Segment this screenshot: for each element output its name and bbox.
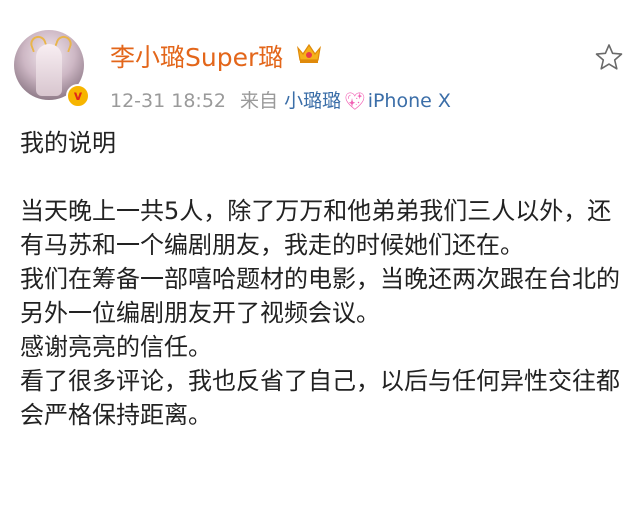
sparkle-heart-icon: 💖︎: [344, 92, 366, 112]
post-heading: 我的说明: [20, 129, 116, 157]
post-meta: 12-31 18:52 来自 小璐璐 💖︎ iPhone X: [110, 86, 451, 113]
device-link[interactable]: iPhone X: [368, 90, 451, 112]
post-content: 我的说明 当天晚上一共5人，除了万万和他弟弟我们三人以外，还有马苏和一个编剧朋友…: [20, 126, 626, 432]
verified-badge-icon: v: [66, 84, 90, 108]
post-paragraph: 当天晚上一共5人，除了万万和他弟弟我们三人以外，还有马苏和一个编剧朋友，我走的时…: [20, 197, 612, 259]
crown-icon: [297, 43, 321, 63]
post-header: v 李小璐Super璐 12-31 18:52 来自 小璐璐 💖︎ iPhone X: [0, 0, 640, 120]
source-name-link[interactable]: 小璐璐: [284, 90, 341, 112]
timestamp[interactable]: 12-31 18:52: [110, 90, 226, 112]
post-paragraph: 我们在筹备一部嘻哈题材的电影，当晚还两次跟在台北的另外一位编剧朋友开了视频会议。: [20, 265, 620, 327]
star-outline-icon[interactable]: [594, 42, 624, 72]
post-paragraph: 感谢亮亮的信任。: [20, 333, 212, 361]
avatar-figure: [36, 44, 62, 96]
source-prefix: 来自: [240, 90, 279, 112]
username[interactable]: 李小璐Super璐: [110, 38, 283, 74]
post-paragraph: 看了很多评论，我也反省了自己，以后与任何异性交往都会严格保持距离。: [20, 367, 620, 429]
